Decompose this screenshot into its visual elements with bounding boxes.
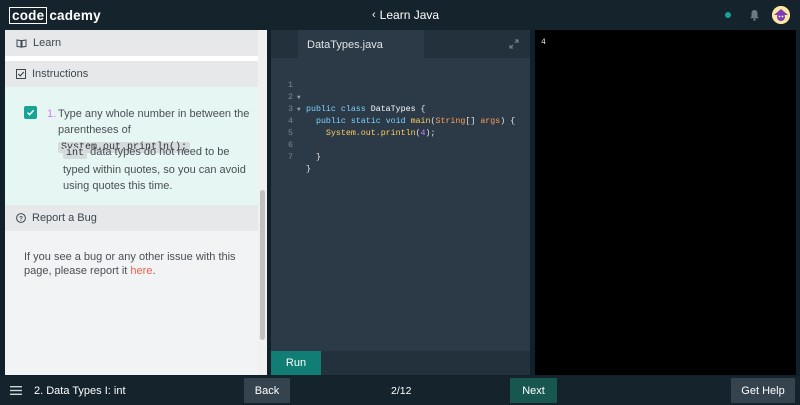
run-button[interactable]: Run bbox=[271, 351, 321, 375]
logo-box-text: code bbox=[9, 6, 48, 24]
svg-text:?: ? bbox=[19, 215, 23, 222]
output-terminal: 4 bbox=[535, 30, 796, 375]
code-line: 1 ▼ public class DataTypes { bbox=[271, 68, 530, 114]
back-button[interactable]: Back bbox=[244, 378, 290, 403]
file-tab-label: DataTypes.java bbox=[307, 39, 383, 51]
instructions-panel: Learn Instructions 1. Type any whole num… bbox=[5, 30, 267, 375]
lesson-title: 2. Data Types I: int bbox=[34, 385, 126, 397]
report-bug-period: . bbox=[152, 265, 156, 277]
learn-label: Learn bbox=[33, 37, 62, 49]
task-text: Type any whole number in between the par… bbox=[58, 108, 250, 136]
checkbox-icon bbox=[16, 69, 26, 79]
note-text: data types do not need to be typed withi… bbox=[63, 146, 246, 192]
chevron-left-icon: ‹ bbox=[372, 9, 376, 21]
top-bar: code cademy ‹ Learn Java bbox=[0, 0, 800, 30]
code-line: 3 bbox=[271, 92, 530, 114]
task-number: 1. bbox=[47, 108, 57, 120]
code-line: 5 bbox=[271, 116, 530, 138]
hamburger-menu-icon[interactable] bbox=[10, 386, 22, 395]
help-circle-icon: ? bbox=[16, 213, 26, 223]
file-tab[interactable]: DataTypes.java bbox=[298, 30, 424, 58]
codecademy-logo[interactable]: code cademy bbox=[9, 6, 101, 24]
get-help-button[interactable]: Get Help bbox=[731, 378, 795, 403]
learn-section-header[interactable]: Learn bbox=[5, 30, 258, 56]
line-number: 7 bbox=[288, 153, 293, 162]
next-button[interactable]: Next bbox=[510, 378, 557, 403]
task-complete-checkbox[interactable] bbox=[24, 106, 37, 119]
report-bug-text: If you see a bug or any other issue with… bbox=[24, 250, 249, 278]
report-bug-section-header[interactable]: ? Report a Bug bbox=[5, 205, 258, 231]
code-line: 2 ▼ public static void main(String[] arg… bbox=[271, 80, 530, 126]
report-bug-label: Report a Bug bbox=[32, 212, 97, 224]
instructions-section-header[interactable]: Instructions bbox=[5, 61, 258, 87]
book-icon bbox=[16, 38, 27, 48]
scrollbar-thumb[interactable] bbox=[260, 190, 265, 340]
course-title: Learn Java bbox=[379, 8, 440, 22]
user-avatar-icon bbox=[772, 6, 790, 24]
code-line: 4 System.out.println(4); bbox=[271, 104, 530, 138]
code-line: 6 } bbox=[271, 128, 530, 162]
expand-icon[interactable] bbox=[509, 39, 519, 49]
logo-rest-text: cademy bbox=[49, 7, 101, 23]
note-code: int bbox=[63, 148, 88, 159]
code-editor: DataTypes.java 1 ▼ public class DataType… bbox=[271, 30, 530, 375]
bottom-bar: 2. Data Types I: int Back 2/12 Next Get … bbox=[0, 376, 800, 405]
task-note: int data types do not need to be typed w… bbox=[63, 144, 253, 194]
checkmark-icon bbox=[26, 109, 35, 116]
code-line: 7 } bbox=[271, 140, 530, 174]
progress-indicator: 2/12 bbox=[391, 385, 412, 397]
code-area[interactable]: 1 ▼ public class DataTypes { 2 ▼ public … bbox=[271, 68, 530, 174]
instructions-label: Instructions bbox=[32, 68, 89, 80]
status-indicator-icon bbox=[725, 12, 731, 18]
output-text: 4 bbox=[541, 38, 546, 47]
avatar[interactable] bbox=[772, 6, 790, 24]
report-bug-link[interactable]: here bbox=[130, 265, 152, 277]
course-title-link[interactable]: ‹ Learn Java bbox=[372, 8, 439, 22]
bell-icon[interactable] bbox=[749, 9, 760, 21]
